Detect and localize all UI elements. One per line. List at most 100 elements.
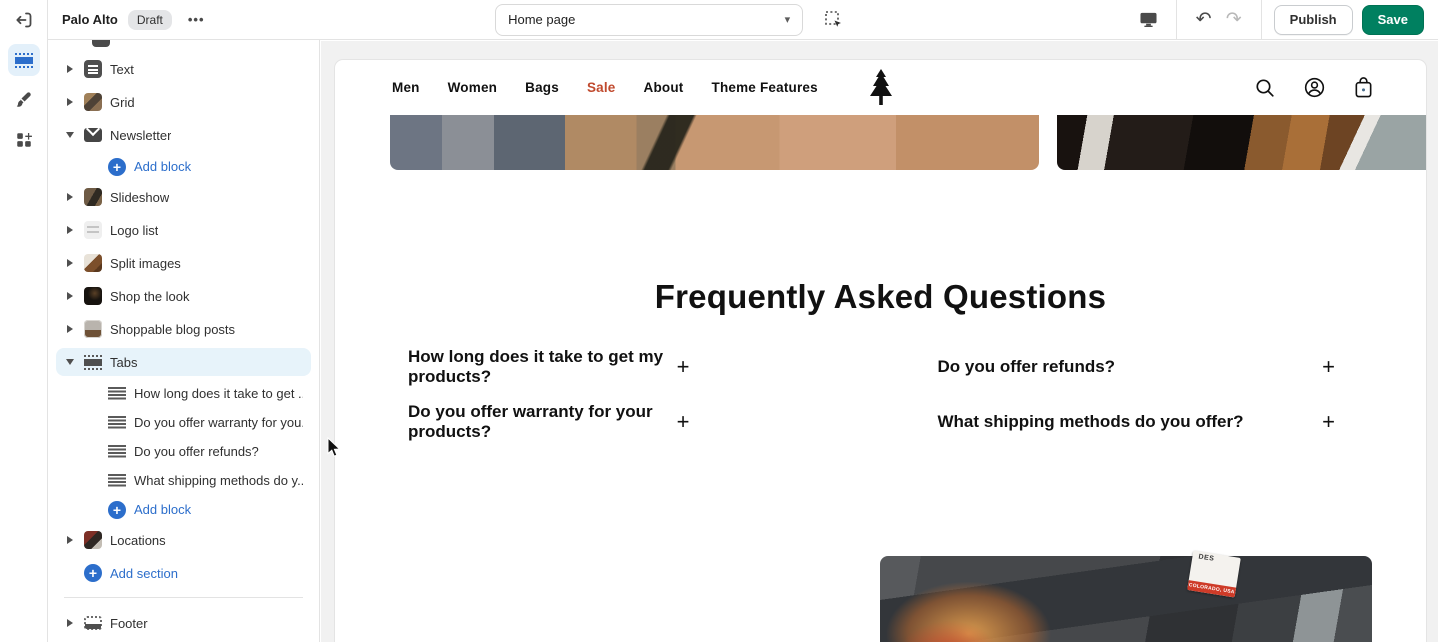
account-icon[interactable] bbox=[1303, 76, 1326, 99]
sidebar-section-text[interactable]: Text bbox=[56, 55, 311, 83]
faq-question: How long does it take to get my products… bbox=[408, 346, 664, 386]
text-icon bbox=[84, 60, 102, 78]
text-block-icon bbox=[108, 387, 126, 400]
sidebar-divider bbox=[64, 597, 303, 598]
chevron-expanded-icon[interactable] bbox=[64, 359, 76, 365]
preview-background: Men Women Bags Sale About Theme Features bbox=[321, 41, 1438, 642]
chevron-collapsed-icon[interactable] bbox=[64, 325, 76, 333]
nav-link-about[interactable]: About bbox=[644, 80, 684, 95]
sidebar-section-partial[interactable] bbox=[56, 40, 311, 47]
label: What shipping methods do y... bbox=[134, 473, 303, 488]
chevron-collapsed-icon[interactable] bbox=[64, 259, 76, 267]
storefront-preview[interactable]: Men Women Bags Sale About Theme Features bbox=[335, 60, 1426, 642]
sidebar-section-footer[interactable]: Footer bbox=[56, 609, 311, 637]
sidebar-block-what-shipping-methods-do-y[interactable]: What shipping methods do y... bbox=[100, 468, 311, 493]
image-strip bbox=[390, 115, 1426, 170]
rail-theme-settings-button[interactable] bbox=[8, 84, 40, 116]
more-actions-button[interactable]: ••• bbox=[182, 8, 211, 31]
sign-top-text: DES bbox=[1197, 553, 1215, 563]
chevron-collapsed-icon[interactable] bbox=[64, 619, 76, 627]
sidebar-section-shop-the-look[interactable]: Shop the look bbox=[56, 282, 311, 310]
storefront-nav: Men Women Bags Sale About Theme Features bbox=[335, 60, 1426, 115]
nav-link-bags[interactable]: Bags bbox=[525, 80, 559, 95]
faq-item-do-you-offer-refunds[interactable]: Do you offer refunds? + bbox=[938, 350, 1348, 383]
store-logo-tree-icon[interactable] bbox=[866, 69, 896, 105]
label: Split images bbox=[110, 255, 181, 271]
rail-sections-button[interactable] bbox=[7, 44, 40, 76]
plus-toggle-icon[interactable]: + bbox=[677, 409, 690, 435]
split-images-icon bbox=[84, 254, 102, 272]
faq-item-how-long-does-it-take-to-get-my-products[interactable]: How long does it take to get my products… bbox=[408, 347, 818, 386]
sidebar-section-split-images[interactable]: Split images bbox=[56, 249, 311, 277]
sidebar-section-locations[interactable]: Locations bbox=[56, 526, 311, 554]
label: Logo list bbox=[110, 222, 159, 238]
chevron-collapsed-icon[interactable] bbox=[64, 536, 76, 544]
desktop-icon bbox=[1139, 11, 1158, 28]
cart-bag-icon[interactable] bbox=[1353, 76, 1374, 99]
plus-toggle-icon[interactable]: + bbox=[677, 354, 690, 380]
storefront-photo[interactable]: DES COLORADO, USA bbox=[880, 550, 1372, 642]
search-icon[interactable] bbox=[1254, 77, 1276, 99]
label: Do you offer warranty for you... bbox=[134, 415, 303, 430]
label: Add block bbox=[134, 159, 192, 174]
undo-button[interactable]: ↶ bbox=[1189, 5, 1219, 35]
faq-item-do-you-offer-warranty-for-your-products[interactable]: Do you offer warranty for your products?… bbox=[408, 402, 818, 441]
sidebar-block-do-you-offer-refunds[interactable]: Do you offer refunds? bbox=[100, 439, 311, 464]
sidebar-block-do-you-offer-warranty-for-you[interactable]: Do you offer warranty for you... bbox=[100, 410, 311, 435]
faq-section-title: Frequently Asked Questions bbox=[654, 278, 1107, 315]
sidebar-section-newsletter[interactable]: Newsletter bbox=[56, 121, 311, 149]
label: Slideshow bbox=[110, 189, 170, 205]
chevron-collapsed-icon[interactable] bbox=[64, 226, 76, 234]
hero-image-left[interactable] bbox=[390, 115, 1039, 170]
exit-editor-button[interactable] bbox=[8, 4, 40, 36]
text-block-icon bbox=[108, 474, 126, 487]
sidebar-section-slideshow[interactable]: Slideshow bbox=[56, 183, 311, 211]
faq-item-what-shipping-methods-do-you-offer[interactable]: What shipping methods do you offer? + bbox=[938, 405, 1348, 438]
chevron-down-icon: ▾ bbox=[784, 14, 791, 26]
add-block-button[interactable]: + Add block bbox=[100, 154, 311, 179]
chevron-collapsed-icon[interactable] bbox=[64, 65, 76, 73]
nav-link-women[interactable]: Women bbox=[448, 80, 498, 95]
hero-image-right[interactable] bbox=[1057, 115, 1426, 170]
exit-icon bbox=[14, 10, 34, 30]
redo-button[interactable]: ↷ bbox=[1219, 5, 1249, 35]
sections-sidebar: Text Grid Newsletter + Add block Slideshow Log… bbox=[48, 40, 320, 642]
tabs-icon bbox=[84, 354, 102, 370]
shop-the-look-icon bbox=[84, 287, 102, 305]
logo-list-icon bbox=[84, 221, 102, 239]
add-section-button[interactable]: + Add section bbox=[76, 559, 311, 587]
publish-button[interactable]: Publish bbox=[1273, 4, 1353, 35]
chevron-collapsed-icon[interactable] bbox=[64, 193, 76, 201]
label: How long does it take to get ... bbox=[134, 386, 303, 401]
theme-name: Palo Alto bbox=[62, 12, 118, 27]
add-block-button[interactable]: + Add block bbox=[100, 497, 311, 522]
sidebar-block-how-long-does-it-take-to-get[interactable]: How long does it take to get ... bbox=[100, 381, 311, 406]
sidebar-section-grid[interactable]: Grid bbox=[56, 88, 311, 116]
chevron-collapsed-icon[interactable] bbox=[64, 292, 76, 300]
chevron-collapsed-icon[interactable] bbox=[64, 98, 76, 106]
label: Do you offer refunds? bbox=[134, 444, 259, 459]
nav-link-men[interactable]: Men bbox=[392, 80, 420, 95]
sidebar-section-tabs[interactable]: Tabs bbox=[56, 348, 311, 376]
plus-icon: + bbox=[108, 157, 126, 176]
chevron-expanded-icon[interactable] bbox=[64, 132, 76, 138]
label: Grid bbox=[110, 94, 135, 110]
device-preview-button[interactable] bbox=[1134, 5, 1164, 35]
sidebar-section-logo-list[interactable]: Logo list bbox=[56, 216, 311, 244]
nav-link-sale[interactable]: Sale bbox=[587, 80, 616, 95]
faq-question: Do you offer warranty for your products? bbox=[408, 401, 653, 441]
rail-apps-button[interactable] bbox=[8, 124, 40, 156]
faq-question: Do you offer refunds? bbox=[937, 356, 1116, 376]
plus-toggle-icon[interactable]: + bbox=[1322, 409, 1335, 435]
theme-settings-icon bbox=[15, 91, 33, 109]
sections-icon bbox=[14, 52, 33, 68]
plus-toggle-icon[interactable]: + bbox=[1322, 354, 1335, 380]
inspect-element-button[interactable] bbox=[819, 5, 849, 35]
nav-link-theme-features[interactable]: Theme Features bbox=[712, 80, 818, 95]
faq-grid: How long does it take to get my products… bbox=[408, 347, 1348, 441]
sidebar-items: Text Grid Newsletter + Add block Slideshow Log… bbox=[48, 40, 319, 642]
page-selector-dropdown[interactable]: Home page ▾ bbox=[495, 3, 804, 36]
save-button[interactable]: Save bbox=[1361, 4, 1424, 35]
element-picker-icon bbox=[824, 10, 844, 30]
sidebar-section-shoppable-blog-posts[interactable]: Shoppable blog posts bbox=[56, 315, 311, 343]
